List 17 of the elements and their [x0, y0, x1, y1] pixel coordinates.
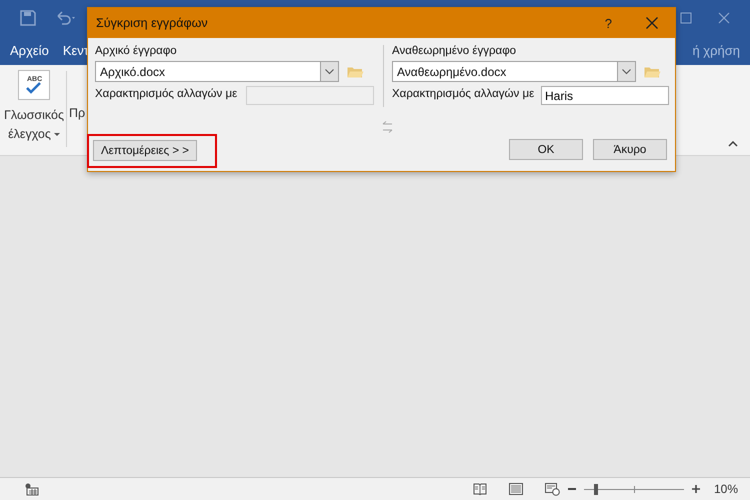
ribbon-tab[interactable]: ή χρήση	[692, 42, 740, 58]
ribbon-tab[interactable]: Αρχείο	[10, 42, 49, 58]
file-dropdown[interactable]: Αναθεωρημένο.docx	[392, 61, 636, 82]
ribbon-tab[interactable]: Κεντ	[62, 42, 89, 58]
help-button[interactable]: ?	[604, 16, 612, 30]
dialog-title: Σύγκριση εγγράφων	[96, 16, 208, 30]
spelling-button[interactable]: Γλωσσικός έλεγχος	[3, 106, 65, 144]
field-label: Αναθεωρημένο έγγραφο	[392, 45, 518, 59]
ribbon-button[interactable]: Πρ	[69, 106, 86, 120]
field-label: Αρχικό έγγραφο	[95, 45, 178, 59]
ok-button[interactable]: OK	[509, 139, 583, 160]
details-button[interactable]: Λεπτομέρειες > >	[93, 140, 197, 161]
field-label: Χαρακτηρισμός αλλαγών με	[392, 87, 535, 100]
cancel-button[interactable]: Άκυρο	[593, 139, 667, 160]
author-field[interactable]: Haris	[541, 86, 669, 105]
field-label: Χαρακτηρισμός αλλαγών με	[95, 87, 238, 100]
zoom-level[interactable]: 10%	[714, 482, 738, 496]
